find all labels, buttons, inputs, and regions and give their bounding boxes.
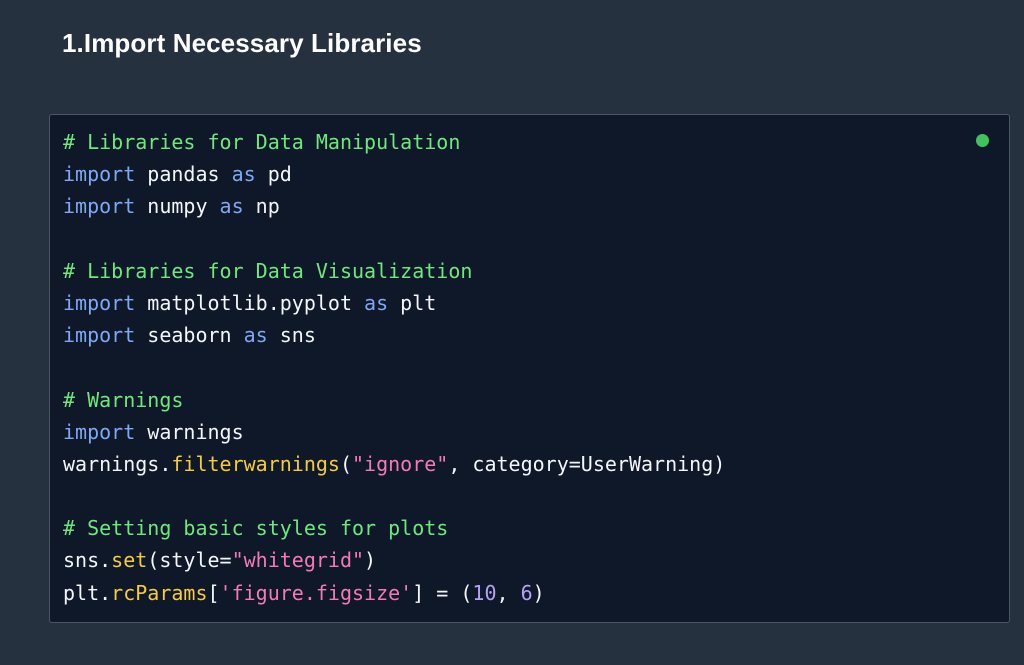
code-content[interactable]: # Libraries for Data Manipulation import … [63,126,725,609]
string-literal-token: "whitegrid" [231,548,365,573]
code-token: , category=UserWarning) [448,451,726,476]
code-token: ( [339,451,352,476]
code-line: # Setting basic styles for plots [63,512,725,544]
number-literal-token: 6 [520,580,533,605]
code-line: # Libraries for Data Visualization [63,255,725,287]
code-token: seaborn [135,323,244,348]
comment-token: # Libraries for Data Visualization [63,258,473,283]
code-token: , [496,580,521,605]
code-token: sns [267,323,316,348]
keyword-token: import [63,194,136,219]
code-token: plt [388,290,437,315]
code-token: (style= [147,548,232,573]
code-token: ] = ( [412,580,473,605]
blank-code-line [63,351,725,383]
code-line: sns.set(style="whitegrid") [63,544,725,576]
code-token: ) [364,548,377,573]
status-dot-icon [976,134,989,147]
code-line: import seaborn as sns [63,319,725,351]
section-heading: 1.Import Necessary Libraries [62,28,422,58]
code-line: import numpy as np [63,190,725,222]
code-token: sns. [63,548,112,573]
code-token: pd [255,162,292,187]
string-literal-token: "ignore" [352,451,449,476]
code-line: plt.rcParams['figure.figsize'] = (10, 6) [63,577,725,609]
code-line: # Libraries for Data Manipulation [63,126,725,158]
code-line: # Warnings [63,384,725,416]
comment-token: # Setting basic styles for plots [63,516,449,541]
code-block[interactable]: # Libraries for Data Manipulation import … [49,114,1010,623]
code-token: numpy [135,194,220,219]
function-token: set [111,548,148,573]
blank-code-line [63,480,725,512]
code-line: import pandas as pd [63,158,725,190]
code-token: np [243,194,280,219]
keyword-token: as [231,162,256,187]
code-token: warnings [135,419,244,444]
blank-code-line [63,223,725,255]
code-token: plt. [63,580,112,605]
code-line: import warnings [63,416,725,448]
function-token: rcParams [111,580,208,605]
keyword-token: import [63,162,136,187]
comment-token: # Warnings [63,387,184,412]
keyword-token: as [243,323,268,348]
string-literal-token: 'figure.figsize' [219,580,413,605]
number-literal-token: 10 [472,580,497,605]
keyword-token: as [364,290,389,315]
function-token: filterwarnings [171,451,340,476]
code-line: import matplotlib.pyplot as plt [63,287,725,319]
code-token: ) [532,580,545,605]
comment-token: # Libraries for Data Manipulation [63,130,461,154]
keyword-token: as [219,194,244,219]
code-token: [ [207,580,220,605]
code-token: warnings. [63,451,172,476]
keyword-token: import [63,290,136,315]
keyword-token: import [63,323,136,348]
code-token: matplotlib.pyplot [135,290,365,315]
keyword-token: import [63,419,136,444]
code-token: pandas [135,162,232,187]
code-line: warnings.filterwarnings("ignore", catego… [63,448,725,480]
